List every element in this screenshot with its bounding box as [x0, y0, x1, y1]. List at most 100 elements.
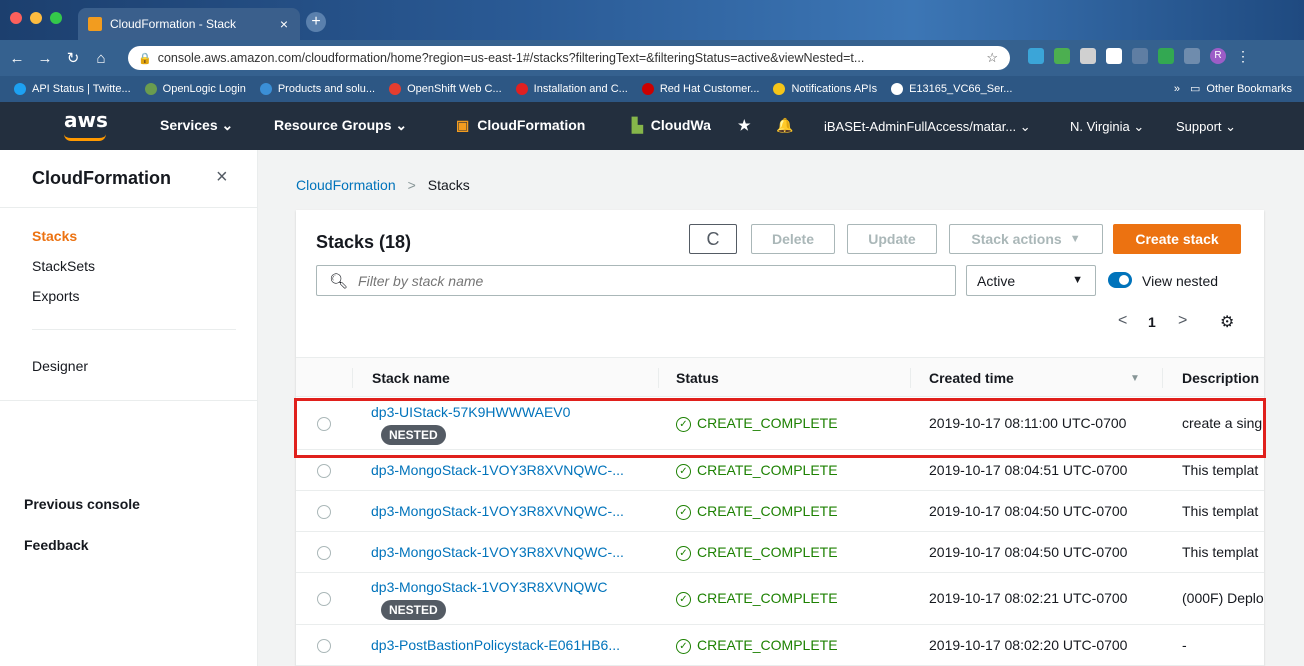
table-row[interactable]: dp3-MongoStack-1VOY3R8XVNQWC-... ✓ CREATE_…: [296, 450, 1264, 491]
sort-caret-icon[interactable]: ▼: [1130, 373, 1140, 384]
sidebar-title: CloudFormation: [32, 168, 171, 188]
bookmark-item[interactable]: E13165_VC66_Ser...: [891, 83, 1012, 95]
extension-icon[interactable]: [1158, 48, 1174, 64]
notifications-bell-icon[interactable]: 🔔: [776, 117, 793, 134]
row-radio[interactable]: [317, 546, 331, 560]
minimize-window-icon[interactable]: [30, 12, 42, 24]
status-cell: ✓ CREATE_COMPLETE: [676, 503, 838, 520]
stack-name-link[interactable]: dp3-MongoStack-1VOY3R8XVNQWC-...: [371, 544, 624, 560]
description-cell: This templat: [1182, 503, 1259, 519]
update-button[interactable]: Update: [847, 224, 937, 254]
extension-icon[interactable]: [1028, 48, 1044, 64]
breadcrumb-cloudformation[interactable]: CloudFormation: [296, 177, 396, 193]
bookmark-item[interactable]: OpenLogic Login: [144, 83, 246, 95]
stack-name-link[interactable]: dp3-MongoStack-1VOY3R8XVNQWC: [371, 579, 608, 595]
stack-name-link[interactable]: dp3-MongoStack-1VOY3R8XVNQWC-...: [371, 462, 624, 478]
aws-logo[interactable]: aws: [64, 108, 108, 132]
services-menu[interactable]: Services ⌄: [160, 117, 233, 134]
bookmark-item[interactable]: Products and solu...: [259, 83, 375, 95]
search-input[interactable]: [358, 272, 939, 289]
feedback-link[interactable]: Feedback: [24, 537, 89, 553]
reload-icon[interactable]: ↻: [62, 49, 84, 67]
table-row[interactable]: dp3-PostBastionPolicystack-E061HB6... ✓ CR…: [296, 625, 1264, 666]
extension-icon[interactable]: [1132, 48, 1148, 64]
cloudformation-shortcut[interactable]: ▣ CloudFormation: [456, 117, 585, 134]
extension-icon[interactable]: [1106, 48, 1122, 64]
region-menu[interactable]: N. Virginia ⌄: [1070, 119, 1144, 135]
bookmark-item[interactable]: OpenShift Web C...: [389, 83, 502, 95]
support-menu[interactable]: Support ⌄: [1176, 119, 1236, 135]
stack-actions-button[interactable]: Stack actions ▼: [949, 224, 1103, 254]
create-stack-button[interactable]: Create stack: [1113, 224, 1241, 254]
delete-button[interactable]: Delete: [751, 224, 835, 254]
maximize-window-icon[interactable]: [50, 12, 62, 24]
refresh-button[interactable]: C: [689, 224, 737, 254]
close-window-icon[interactable]: [10, 12, 22, 24]
back-icon[interactable]: ←: [6, 50, 28, 67]
profile-avatar[interactable]: R: [1210, 48, 1226, 64]
close-icon[interactable]: ×: [216, 166, 228, 189]
address-bar[interactable]: 🔒 console.aws.amazon.com/cloudformation/…: [128, 46, 1010, 70]
previous-console-link[interactable]: Previous console: [24, 496, 140, 512]
extension-icon[interactable]: [1184, 48, 1200, 64]
pin-icon[interactable]: ★: [738, 117, 751, 134]
cloudformation-icon: ▣: [456, 117, 470, 133]
sidebar-item-stacksets[interactable]: StackSets: [32, 258, 95, 274]
status-text: CREATE_COMPLETE: [697, 637, 838, 653]
extension-icon[interactable]: [1080, 48, 1096, 64]
redhat-icon: [515, 83, 528, 95]
view-nested-toggle[interactable]: [1108, 272, 1132, 288]
table-row[interactable]: dp3-MongoStack-1VOY3R8XVNQWC NESTED ✓ CREAT…: [296, 573, 1264, 625]
row-radio[interactable]: [317, 417, 331, 431]
status-cell: ✓ CREATE_COMPLETE: [676, 637, 838, 654]
browser-tab[interactable]: CloudFormation - Stack ×: [78, 8, 300, 40]
row-radio[interactable]: [317, 639, 331, 653]
status-text: CREATE_COMPLETE: [697, 590, 838, 606]
stack-name-link[interactable]: dp3-PostBastionPolicystack-E061HB6...: [371, 637, 620, 653]
prev-page-icon[interactable]: <: [1118, 312, 1127, 330]
column-description[interactable]: Description: [1182, 370, 1259, 386]
page-number[interactable]: 1: [1148, 314, 1156, 330]
filter-search[interactable]: 🔍︎: [316, 265, 956, 296]
table-row[interactable]: dp3-MongoStack-1VOY3R8XVNQWC-... ✓ CREATE_…: [296, 491, 1264, 532]
sidebar-item-designer[interactable]: Designer: [32, 358, 88, 374]
column-created-time[interactable]: Created time: [929, 370, 1014, 386]
breadcrumb-current: Stacks: [427, 177, 470, 193]
stack-name-link[interactable]: dp3-MongoStack-1VOY3R8XVNQWC-...: [371, 503, 624, 519]
next-page-icon[interactable]: >: [1178, 312, 1187, 330]
row-radio[interactable]: [317, 592, 331, 606]
column-status[interactable]: Status: [676, 370, 719, 386]
bookmark-item[interactable]: API Status | Twitte...: [14, 83, 131, 95]
extension-icon[interactable]: [1054, 48, 1070, 64]
bookmarks-overflow-icon[interactable]: »: [1174, 83, 1180, 95]
table-row[interactable]: dp3-MongoStack-1VOY3R8XVNQWC-... ✓ CREATE_…: [296, 532, 1264, 573]
table-row[interactable]: dp3-UIStack-57K9HWWWAEV0 NESTED ✓ CREATE_CO…: [296, 398, 1264, 450]
tab-close-icon[interactable]: ×: [280, 16, 288, 32]
new-tab-button[interactable]: +: [306, 12, 326, 32]
status-filter-select[interactable]: Active ▼: [966, 265, 1096, 296]
other-bookmarks[interactable]: » ▭ Other Bookmarks: [1174, 82, 1292, 96]
settings-gear-icon[interactable]: ⚙: [1220, 312, 1234, 332]
column-divider: [352, 368, 353, 388]
bookmark-item[interactable]: Installation and C...: [515, 83, 628, 95]
aws-top-nav: aws Services ⌄ Resource Groups ⌄ ▣ CloudF…: [0, 102, 1304, 150]
bookmark-item[interactable]: Red Hat Customer...: [641, 83, 759, 95]
bookmark-icon: [144, 83, 157, 95]
account-menu[interactable]: iBASEt-AdminFullAccess/matar... ⌄: [824, 119, 1031, 135]
bookmarks-bar: API Status | Twitte... OpenLogic Login P…: [0, 76, 1304, 102]
sidebar-item-stacks[interactable]: Stacks: [32, 228, 77, 244]
bookmark-star-icon[interactable]: ☆: [986, 50, 998, 66]
forward-icon[interactable]: →: [34, 50, 56, 67]
stack-name-link[interactable]: dp3-UIStack-57K9HWWWAEV0: [371, 404, 570, 420]
column-stack-name[interactable]: Stack name: [372, 370, 450, 386]
browser-menu-icon[interactable]: ⋮: [1236, 48, 1250, 65]
resource-groups-menu[interactable]: Resource Groups ⌄: [274, 117, 407, 134]
bookmark-item[interactable]: Notifications APIs: [773, 83, 877, 95]
row-radio[interactable]: [317, 464, 331, 478]
url-text: console.aws.amazon.com/cloudformation/ho…: [157, 51, 865, 65]
sidebar-item-exports[interactable]: Exports: [32, 288, 79, 304]
cloudwatch-shortcut[interactable]: ▙ CloudWa: [632, 117, 711, 134]
search-icon: 🔍︎: [329, 272, 349, 290]
home-icon[interactable]: ⌂: [90, 50, 112, 67]
row-radio[interactable]: [317, 505, 331, 519]
